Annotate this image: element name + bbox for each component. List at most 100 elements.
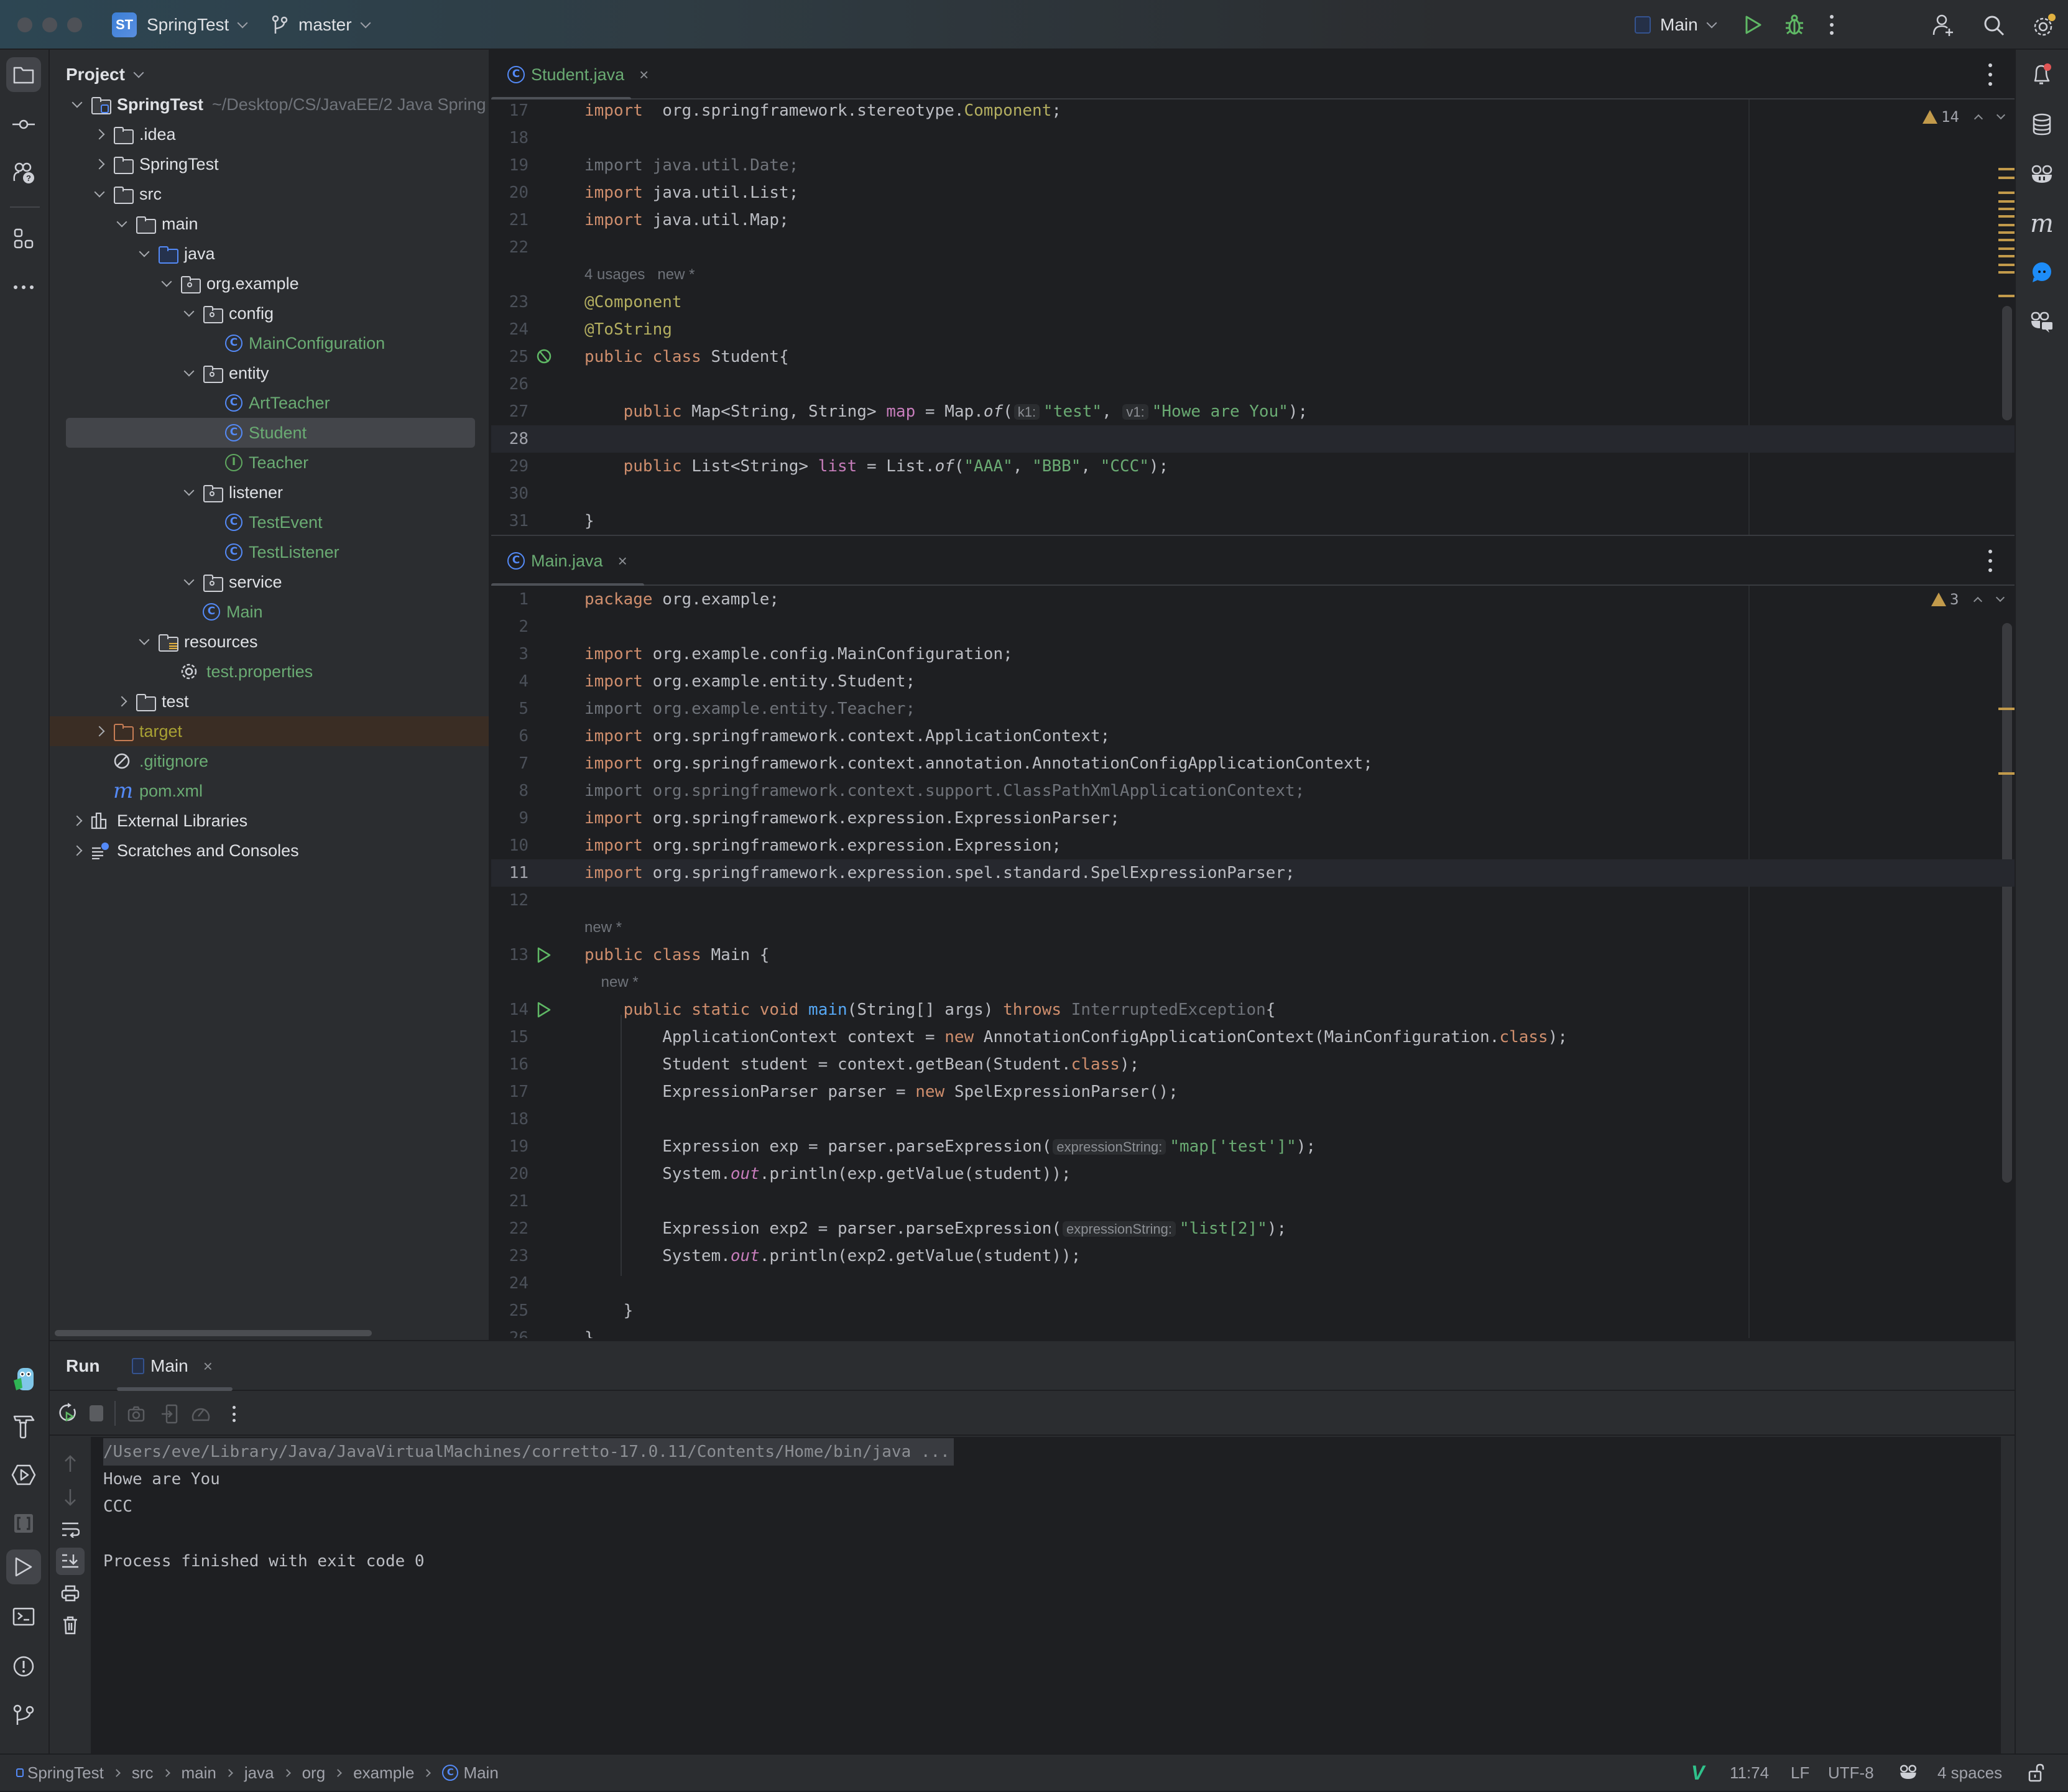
run-more-button[interactable] [230,1403,238,1425]
line-separator[interactable]: LF [1791,1755,1809,1791]
settings-button[interactable] [2029,11,2058,40]
chevron-down-icon[interactable] [180,484,198,501]
run-button[interactable] [1741,12,1766,37]
warning-stripe-mark[interactable] [1998,192,2015,194]
json-tool-button[interactable] [6,1506,41,1541]
git-tool-button[interactable] [6,1697,41,1732]
breadcrumb-item[interactable]: src [132,1755,154,1791]
warning-stripe-mark[interactable] [1998,215,2015,218]
warning-stripe-mark[interactable] [1998,200,2015,203]
tree-item[interactable]: C Student [50,418,489,448]
tree-item[interactable]: Scratches and Consoles [50,836,489,866]
tree-item[interactable]: SpringTest ~/Desktop/CS/JavaEE/2 Java Spr… [50,90,489,119]
chevron-down-icon[interactable] [180,573,198,591]
chevron-right-icon[interactable] [68,812,86,829]
branch-selector[interactable]: master [298,12,371,37]
breadcrumb-item[interactable]: main [182,1755,216,1791]
commit-tool-button[interactable] [6,107,41,142]
close-tab-icon[interactable]: × [203,1357,213,1376]
window-close-button[interactable] [17,17,32,32]
search-button[interactable] [1981,12,2007,39]
dump-threads-button[interactable] [126,1403,147,1425]
copilot-status-button[interactable] [1899,1763,1918,1782]
run-gutter-icon[interactable] [536,1001,553,1018]
tree-item[interactable]: C MainConfiguration [50,328,489,358]
tab-student-java[interactable]: C Student.java × [491,50,649,101]
window-minimize-button[interactable] [42,17,57,32]
warning-stripe-mark[interactable] [1998,295,2015,297]
debug-button[interactable] [1782,12,1807,37]
horizontal-scrollbar[interactable] [55,1330,372,1336]
build-tool-button[interactable] [6,1409,41,1444]
profiler-button[interactable] [190,1403,213,1425]
tree-item[interactable]: config [50,298,489,328]
tree-item[interactable]: .idea [50,119,489,149]
tree-item[interactable]: src [50,179,489,209]
chevron-down-icon[interactable] [113,215,131,233]
tree-item[interactable]: resources [50,627,489,657]
code-vision-hint[interactable]: new * [584,969,639,996]
vim-status-icon[interactable]: V [1691,1755,1704,1791]
warning-stripe-mark[interactable] [1998,224,2015,226]
student-code-editor[interactable]: 14 17 import org.springframework.stereoty… [491,99,2015,535]
warning-stripe-mark[interactable] [1998,231,2015,234]
tab-main-java[interactable]: C Main.java × [491,536,644,587]
breadcrumb-item[interactable]: java [244,1755,274,1791]
soft-wrap-button[interactable] [60,1519,81,1540]
project-panel-title[interactable]: Project [66,65,144,85]
ai-chat-tool-button[interactable] [2024,255,2059,290]
scroll-down-button[interactable] [61,1487,80,1508]
breadcrumb-item[interactable]: org [302,1755,326,1791]
scroll-up-button[interactable] [61,1453,80,1474]
go-plugin-tool-button[interactable] [6,1362,41,1397]
editor-menu-button[interactable] [1988,63,1992,86]
warning-stripe-mark[interactable] [1998,239,2015,241]
code-vision-hint[interactable]: 4 usages new * [584,261,695,289]
project-tool-button[interactable] [6,57,41,92]
run-config-selector[interactable]: Main [1660,12,1717,37]
breadcrumb-item[interactable]: SpringTest [27,1755,104,1791]
structure-tool-button[interactable] [6,221,41,256]
breadcrumb-item[interactable]: example [353,1755,414,1791]
breadcrumb-item[interactable]: Main [463,1755,498,1791]
tree-item[interactable]: External Libraries [50,806,489,836]
copilot-tool-button[interactable] [2024,157,2059,192]
file-encoding[interactable]: UTF-8 [1828,1755,1874,1791]
run-gutter-icon[interactable] [536,946,553,964]
more-actions-button[interactable] [1826,12,1838,37]
tree-item[interactable]: java [50,239,489,269]
chevron-down-icon[interactable] [180,364,198,382]
clear-all-button[interactable] [60,1615,81,1636]
stop-button[interactable] [88,1405,104,1422]
tree-item[interactable]: org.example [50,269,489,298]
chevron-down-icon[interactable] [136,245,153,262]
tree-item[interactable]: C TestEvent [50,507,489,537]
services-tool-button[interactable] [6,1457,41,1492]
add-user-button[interactable] [1930,12,1956,39]
tree-item[interactable]: C TestListener [50,537,489,567]
warning-stripe-mark[interactable] [1998,271,2015,274]
chevron-down-icon[interactable] [158,275,175,292]
chevron-right-icon[interactable] [91,155,108,173]
more-tools-button[interactable] [6,270,41,305]
run-console-output[interactable]: /Users/eve/Library/Java/JavaVirtualMachi… [91,1437,2006,1754]
problems-tool-button[interactable] [6,1649,41,1684]
notifications-button[interactable] [2024,57,2059,92]
tree-item[interactable]: C ArtTeacher [50,388,489,418]
editor-menu-button[interactable] [1988,550,1992,572]
tree-item[interactable]: I Teacher [50,448,489,478]
tree-item[interactable]: SpringTest [50,149,489,179]
main-code-editor[interactable]: 3 1 package org.example; 2 3 import org.exam… [491,586,2015,1338]
print-button[interactable] [60,1582,81,1604]
caret-position[interactable]: 11:74 [1730,1755,1769,1791]
copilot-chat-tool-button[interactable] [2024,305,2059,339]
rerun-button[interactable] [57,1402,80,1425]
chevron-right-icon[interactable] [68,842,86,859]
tree-item[interactable]: test.properties [50,657,489,686]
window-zoom-button[interactable] [67,17,82,32]
chevron-right-icon[interactable] [91,126,108,143]
run-tool-button[interactable] [6,1550,41,1584]
warning-stripe-mark[interactable] [1998,255,2015,257]
indent-setting[interactable]: 4 spaces [1937,1755,2002,1791]
chevron-right-icon[interactable] [113,693,131,710]
